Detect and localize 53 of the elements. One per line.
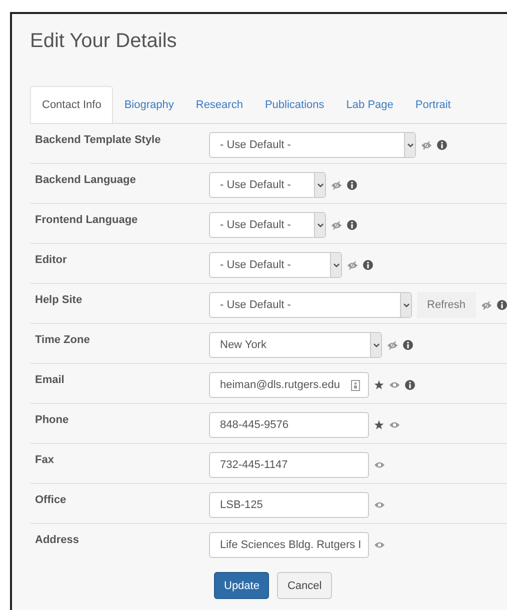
eye-slash-icon[interactable] (331, 180, 342, 190)
field-label: Email (34, 373, 66, 388)
text-field[interactable]: 848-445-9576 (209, 412, 369, 438)
tab[interactable]: Biography (113, 86, 185, 123)
dropdown[interactable]: - Use Default - (209, 292, 412, 318)
tab[interactable]: Portrait (404, 86, 462, 123)
tab[interactable]: Publications (254, 86, 336, 123)
info-icon[interactable] (403, 340, 413, 350)
info-icon[interactable] (347, 180, 357, 190)
eye-slash-icon[interactable] (331, 220, 342, 230)
update-button[interactable]: Update (214, 572, 270, 599)
text-field[interactable]: LSB-125 (209, 492, 369, 518)
dropdown[interactable]: - Use Default - (209, 172, 326, 198)
eye-slash-icon[interactable] (421, 140, 432, 150)
field-label: Backend Language (34, 173, 137, 188)
field-label: Frontend Language (34, 213, 139, 228)
eye-icon[interactable] (374, 541, 385, 549)
page-title: Edit Your Details (30, 29, 178, 54)
contact-card-icon[interactable] (351, 380, 360, 390)
field-label: Backend Template Style (34, 133, 162, 148)
eye-slash-icon[interactable] (480, 300, 492, 310)
field-label: Address (34, 533, 80, 548)
field-label: Editor (34, 253, 68, 268)
field-label: Office (34, 493, 68, 508)
info-icon[interactable] (363, 260, 373, 270)
dropdown[interactable]: - Use Default - (209, 132, 416, 158)
info-icon[interactable] (405, 380, 415, 390)
text-field[interactable]: Life Sciences Bldg. Rutgers I (209, 532, 369, 558)
cancel-button[interactable]: Cancel (277, 572, 332, 599)
dropdown[interactable]: New York (209, 332, 382, 358)
eye-icon[interactable] (389, 421, 400, 429)
star-icon[interactable] (374, 380, 384, 390)
eye-slash-icon[interactable] (387, 340, 398, 350)
eye-icon[interactable] (389, 381, 400, 389)
dropdown[interactable]: - Use Default - (209, 212, 326, 238)
eye-icon[interactable] (374, 501, 385, 509)
tab[interactable]: Contact Info (30, 86, 114, 123)
tab[interactable]: Research (184, 86, 254, 123)
star-icon[interactable] (374, 420, 384, 430)
text-field[interactable]: heiman@dls.rutgers.edu (209, 372, 369, 398)
eye-slash-icon[interactable] (347, 260, 358, 270)
info-icon[interactable] (347, 220, 357, 230)
field-label: Time Zone (34, 333, 91, 348)
refresh-button[interactable]: Refresh (417, 292, 476, 318)
tab[interactable]: Lab Page (335, 86, 404, 123)
field-label: Fax (34, 453, 55, 468)
eye-icon[interactable] (374, 461, 385, 469)
field-label: Help Site (34, 293, 84, 308)
info-icon[interactable] (496, 300, 507, 310)
dropdown[interactable]: - Use Default - (209, 252, 342, 278)
field-label: Phone (34, 413, 70, 428)
info-icon[interactable] (437, 140, 447, 150)
text-field[interactable]: 732-445-1147 (209, 452, 369, 478)
